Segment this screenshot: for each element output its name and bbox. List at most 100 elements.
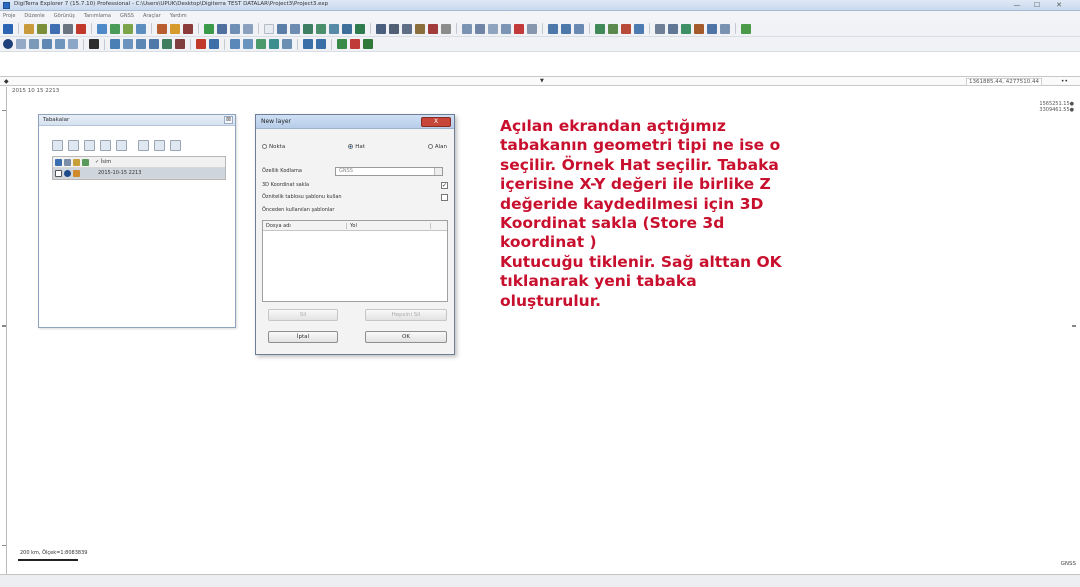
table-template-checkbox[interactable]	[441, 194, 448, 201]
layer-edit-pencil-icon[interactable]	[170, 140, 181, 151]
undo-icon[interactable]	[527, 23, 537, 34]
measure-icon[interactable]	[415, 23, 425, 34]
swap-icon[interactable]	[441, 23, 451, 34]
print-icon[interactable]	[63, 23, 73, 34]
settings-icon[interactable]	[741, 23, 751, 34]
zoom-out-icon[interactable]	[561, 23, 571, 34]
flag-icon[interactable]	[196, 39, 206, 49]
layer-grid-icon[interactable]	[138, 140, 149, 151]
area-measure-icon[interactable]	[428, 23, 438, 34]
select-icon[interactable]	[16, 39, 26, 49]
delete-icon[interactable]	[514, 23, 524, 34]
layer-row[interactable]: 2015-10-15 2213	[53, 168, 225, 179]
snap-icon[interactable]	[462, 23, 472, 34]
split-icon[interactable]	[720, 23, 730, 34]
statistics-icon[interactable]	[123, 39, 133, 49]
point-icon[interactable]	[264, 23, 274, 34]
radio-hat-indicator[interactable]	[348, 144, 354, 149]
line-icon[interactable]	[277, 23, 287, 34]
menu-item-proje[interactable]: Proje	[3, 13, 15, 19]
layers-panel-close-button[interactable]: ⊠	[224, 116, 233, 124]
mirror-icon[interactable]	[668, 23, 678, 34]
attribute-table-icon[interactable]	[110, 39, 120, 49]
antenna-icon[interactable]	[230, 23, 240, 34]
convert-icon[interactable]	[123, 23, 133, 34]
radio-alan[interactable]: Alan	[427, 144, 447, 150]
select-poly-icon[interactable]	[42, 39, 52, 49]
close-window-button[interactable]: ✕	[1052, 1, 1066, 10]
grid-col-path[interactable]: Yol	[347, 222, 431, 229]
minimize-button[interactable]: —	[1010, 1, 1024, 10]
receiver-icon[interactable]	[243, 23, 253, 34]
horizontal-scrollbar[interactable]	[0, 574, 1080, 587]
navigate-icon[interactable]	[243, 39, 253, 49]
chart-icon[interactable]	[136, 39, 146, 49]
menu-item-yardim[interactable]: Yardım	[170, 13, 187, 19]
dialog-close-button[interactable]: X	[421, 117, 451, 127]
filter-icon[interactable]	[149, 39, 159, 49]
grid-ref-icon[interactable]	[282, 39, 292, 49]
maximize-button[interactable]: ☐	[1030, 1, 1044, 10]
polyline-icon[interactable]	[290, 23, 300, 34]
polygon-icon[interactable]	[303, 23, 313, 34]
grid-col-file[interactable]: Dosya adı	[263, 222, 347, 229]
menu-item-duzenle[interactable]: Düzenle	[24, 13, 44, 19]
connect-icon[interactable]	[204, 23, 214, 34]
pin-icon[interactable]	[76, 23, 86, 34]
rectangle-icon[interactable]	[329, 23, 339, 34]
layer-table-icon[interactable]	[100, 140, 111, 151]
menu-item-araclar[interactable]: Araçlar	[143, 13, 161, 19]
table-icon[interactable]	[389, 23, 399, 34]
binoculars-icon[interactable]	[89, 39, 99, 49]
clear-selection-icon[interactable]	[68, 39, 78, 49]
draw-icon[interactable]	[488, 23, 498, 34]
new-project-icon[interactable]	[3, 23, 13, 34]
text-icon[interactable]	[501, 23, 511, 34]
radio-nokta[interactable]: Nokta	[262, 144, 285, 150]
circle-icon[interactable]	[316, 23, 326, 34]
layer-visible-checkbox[interactable]	[55, 169, 62, 177]
zoom-in-icon[interactable]	[548, 23, 558, 34]
report-icon[interactable]	[402, 23, 412, 34]
scale-icon[interactable]	[707, 23, 717, 34]
menu-item-gnss[interactable]: GNSS	[120, 13, 134, 19]
query-icon[interactable]	[162, 39, 172, 49]
layer-add-icon[interactable]	[595, 23, 605, 34]
chevron-down-icon[interactable]	[434, 168, 442, 175]
record-icon[interactable]	[183, 23, 193, 34]
route-icon[interactable]	[209, 39, 219, 49]
recent-templates-grid[interactable]: Dosya adı Yol	[262, 220, 448, 302]
menu-item-tanimlama[interactable]: Tanımlama	[84, 13, 111, 19]
zoom-extent-icon[interactable]	[574, 23, 584, 34]
layer-pencil-icon[interactable]	[73, 169, 80, 177]
import-icon[interactable]	[97, 23, 107, 34]
layer-chart-icon[interactable]	[116, 140, 127, 151]
warning-icon[interactable]	[170, 23, 180, 34]
dock-left-icon[interactable]	[303, 39, 313, 49]
arc-icon[interactable]	[342, 23, 352, 34]
ok-button[interactable]: OK	[365, 331, 447, 343]
waypoint-icon[interactable]	[269, 39, 279, 49]
move-icon[interactable]	[681, 23, 691, 34]
save-icon[interactable]	[50, 23, 60, 34]
satellite-icon[interactable]	[217, 23, 227, 34]
select-circle-icon[interactable]	[55, 39, 65, 49]
track-icon[interactable]	[256, 39, 266, 49]
cursor-icon[interactable]	[363, 39, 373, 49]
grid-icon[interactable]	[376, 23, 386, 34]
menu-item-gorunus[interactable]: Görünüş	[54, 13, 75, 19]
layer-list-icon[interactable]	[154, 140, 165, 151]
rotate-icon[interactable]	[655, 23, 665, 34]
info-icon[interactable]	[3, 39, 13, 49]
store3d-checkbox[interactable]: ✓	[441, 182, 448, 189]
symbol-select[interactable]: GNSS	[335, 167, 443, 176]
transform-icon[interactable]	[136, 23, 146, 34]
offset-icon[interactable]	[355, 23, 365, 34]
copy-icon[interactable]	[694, 23, 704, 34]
layer-properties-icon[interactable]	[634, 23, 644, 34]
tree-icon[interactable]	[337, 39, 347, 49]
gps-icon[interactable]	[157, 23, 167, 34]
radio-alan-indicator[interactable]	[427, 144, 433, 149]
radio-hat[interactable]: Hat	[348, 144, 365, 150]
stakeout-icon[interactable]	[230, 39, 240, 49]
